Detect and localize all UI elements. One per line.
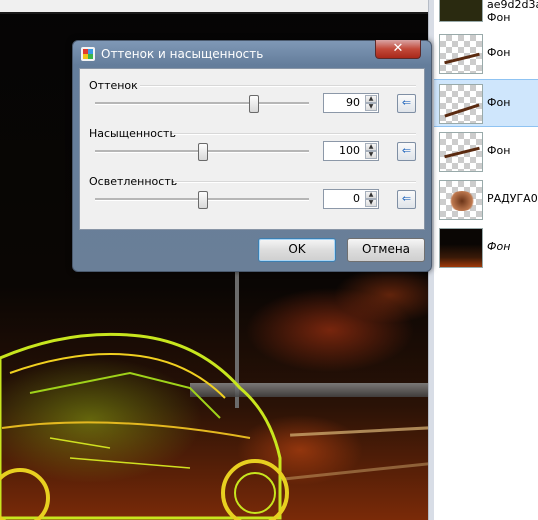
layer-item[interactable]: Фон (434, 30, 538, 76)
layer-name: Фон (487, 46, 511, 59)
layer-name: ае9d2d3ае (487, 0, 538, 11)
hue-spinbox[interactable]: 90 ▲ ▼ (323, 93, 379, 113)
hue-label: Оттенок (89, 79, 138, 92)
spin-up-icon[interactable]: ▲ (365, 95, 377, 103)
hue-slider-thumb[interactable] (249, 95, 259, 113)
layer-thumbnail (439, 0, 483, 22)
layer-thumbnail-shape (444, 103, 480, 118)
neon-car-illustration (0, 332, 289, 520)
reset-arrow-icon: ⇐ (401, 192, 412, 205)
layer-name: Фон (487, 144, 511, 157)
layers-panel: ае9d2d3ае Фон Фон Фон Фон РАДУГА0 Фон (434, 0, 538, 520)
saturation-spinbox[interactable]: 100 ▲ ▼ (323, 141, 379, 161)
lightness-spinbox[interactable]: 0 ▲ ▼ (323, 189, 379, 209)
saturation-label: Насыщенность (89, 127, 176, 140)
lightness-slider-thumb[interactable] (198, 191, 208, 209)
road-line (290, 426, 428, 437)
hue-reset-button[interactable]: ⇐ (397, 94, 416, 113)
layer-thumbnail-shape (444, 52, 480, 65)
road-line (280, 462, 428, 481)
spin-down-icon[interactable]: ▼ (365, 199, 377, 207)
lightness-group-line (174, 181, 416, 183)
layer-thumbnail (439, 84, 483, 124)
saturation-reset-button[interactable]: ⇐ (397, 142, 416, 161)
saturation-spin-arrows[interactable]: ▲ ▼ (365, 143, 377, 159)
layer-item-selected[interactable]: Фон (434, 79, 538, 127)
dialog-content: Оттенок 90 ▲ ▼ ⇐ Насыщенность 100 ▲ ▼ ⇐ (79, 68, 425, 230)
layer-thumbnail (439, 180, 483, 220)
close-button[interactable]: ✕ (375, 40, 421, 59)
hue-group-line (140, 85, 416, 87)
spin-up-icon[interactable]: ▲ (365, 191, 377, 199)
layer-name: Фон (487, 240, 511, 253)
layer-item[interactable]: РАДУГА0 (434, 176, 538, 222)
spin-up-icon[interactable]: ▲ (365, 143, 377, 151)
layer-thumbnail (439, 228, 483, 268)
layer-item[interactable]: Фон (434, 128, 538, 174)
reset-arrow-icon: ⇐ (401, 144, 412, 157)
spin-down-icon[interactable]: ▼ (365, 151, 377, 159)
dialog-title: Оттенок и насыщенность (101, 47, 264, 61)
layer-name: Фон (487, 96, 511, 109)
cancel-button[interactable]: Отмена (347, 238, 425, 262)
hue-spin-arrows[interactable]: ▲ ▼ (365, 95, 377, 111)
lightness-value: 0 (353, 192, 360, 205)
layer-thumbnail-shape (444, 146, 480, 159)
ok-button[interactable]: OK (258, 238, 336, 262)
lightness-spin-arrows[interactable]: ▲ ▼ (365, 191, 377, 207)
spin-down-icon[interactable]: ▼ (365, 103, 377, 111)
layer-item[interactable]: Фон (434, 224, 538, 270)
lightness-label: Осветленность (89, 175, 178, 188)
hue-slider-track[interactable] (95, 102, 309, 105)
layer-item[interactable]: ае9d2d3ае Фон (434, 0, 538, 24)
layer-thumbnail (439, 34, 483, 74)
layer-name: РАДУГА0 (487, 192, 538, 205)
hue-value: 90 (346, 96, 360, 109)
layer-subname: Фон (487, 11, 511, 24)
canvas-top-bar (0, 0, 428, 12)
dialog-app-icon (81, 47, 95, 61)
saturation-group-line (172, 133, 416, 135)
layer-thumbnail-shape (448, 191, 476, 211)
layer-thumbnail (439, 132, 483, 172)
reset-arrow-icon: ⇐ (401, 96, 412, 109)
saturation-value: 100 (339, 144, 360, 157)
saturation-slider-thumb[interactable] (198, 143, 208, 161)
hue-saturation-dialog: Оттенок и насыщенность ✕ Оттенок 90 ▲ ▼ … (72, 40, 432, 272)
lightness-reset-button[interactable]: ⇐ (397, 190, 416, 209)
canvas-border (0, 12, 428, 14)
